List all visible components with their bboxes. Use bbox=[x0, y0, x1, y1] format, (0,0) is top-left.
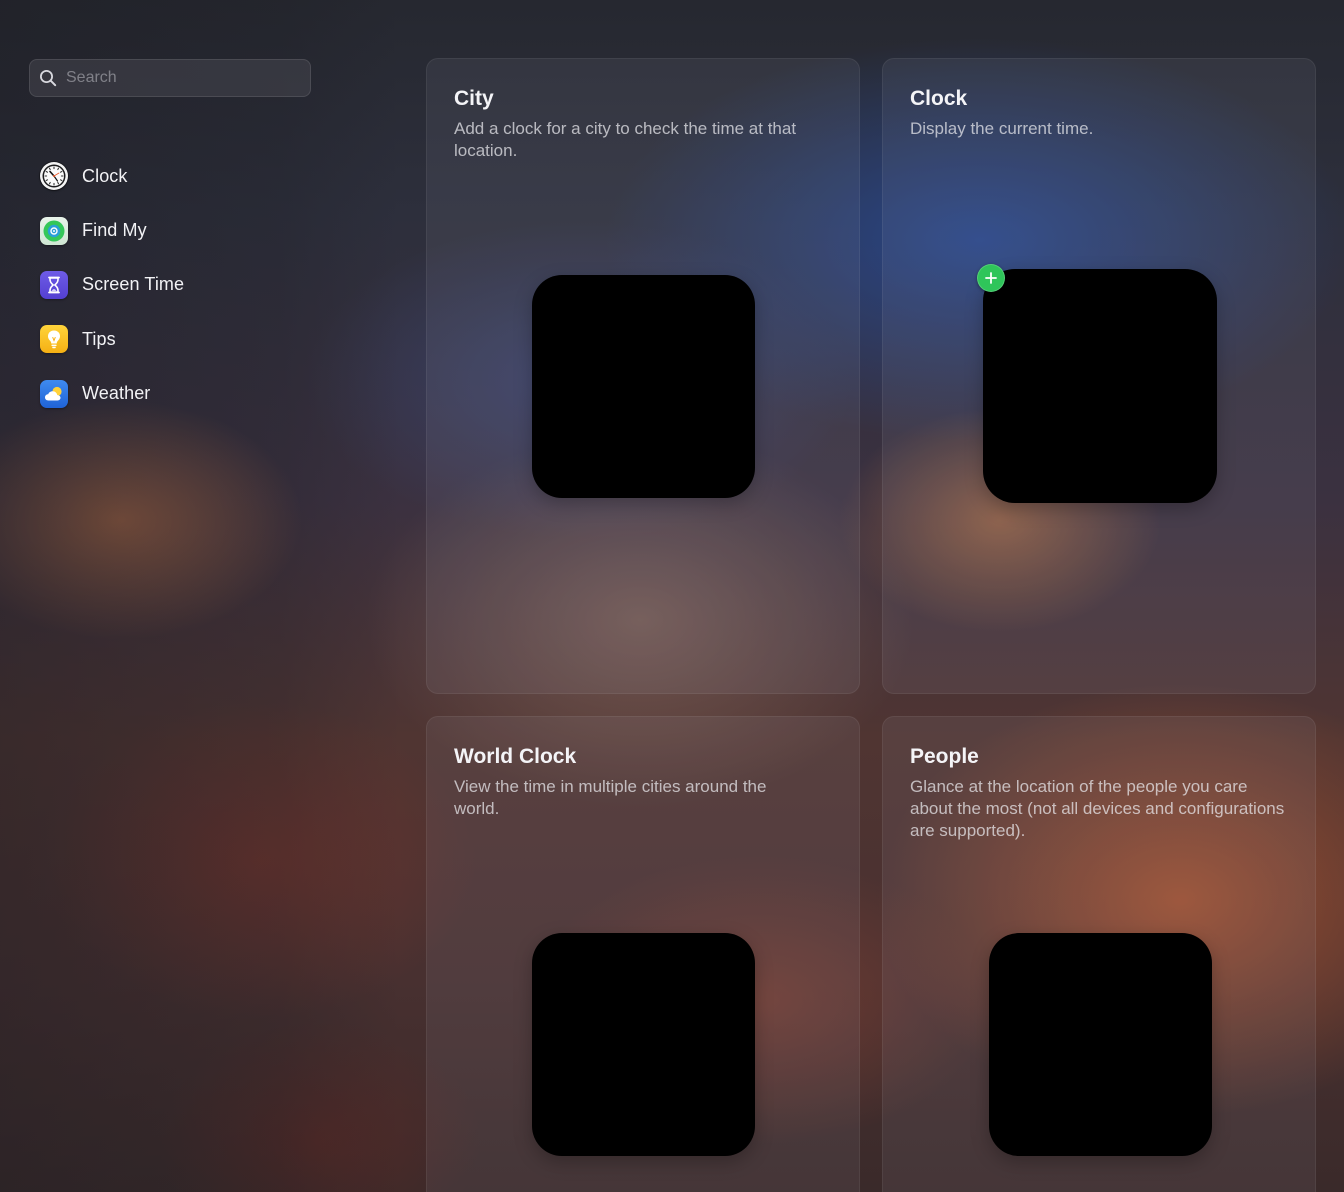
find-my-app-icon bbox=[40, 216, 68, 245]
tips-app-icon bbox=[40, 325, 68, 354]
widget-preview[interactable] bbox=[532, 275, 755, 498]
search-input[interactable] bbox=[66, 69, 310, 87]
search-icon bbox=[39, 69, 57, 87]
widget-preview[interactable] bbox=[989, 933, 1212, 1156]
sidebar-item-label: Find My bbox=[82, 220, 147, 241]
widget-preview[interactable] bbox=[983, 269, 1217, 503]
sidebar-item-weather[interactable]: Weather bbox=[40, 367, 184, 421]
sidebar-item-screen-time[interactable]: Screen Time bbox=[40, 258, 184, 312]
add-widget-button[interactable] bbox=[977, 264, 1005, 292]
widget-card-people[interactable]: People Glance at the location of the peo… bbox=[882, 716, 1316, 1192]
widget-card-world-clock[interactable]: World Clock View the time in multiple ci… bbox=[426, 716, 860, 1192]
widget-description: Add a clock for a city to check the time… bbox=[454, 119, 797, 160]
sidebar-item-tips[interactable]: Tips bbox=[40, 312, 184, 366]
widget-card-clock[interactable]: Clock Display the current time. bbox=[882, 58, 1316, 694]
sidebar-item-label: Weather bbox=[82, 383, 151, 404]
sidebar-app-list: Clock Find My Screen Time Tips Weather bbox=[40, 149, 184, 421]
sidebar-item-label: Screen Time bbox=[82, 274, 185, 295]
widget-card-city[interactable]: City Add a clock for a city to check the… bbox=[426, 58, 860, 694]
widget-title: People bbox=[910, 745, 979, 768]
widget-description: Display the current time. bbox=[910, 119, 1094, 138]
widget-preview[interactable] bbox=[532, 933, 755, 1156]
widget-title: World Clock bbox=[454, 745, 577, 768]
sidebar-item-label: Tips bbox=[82, 328, 116, 349]
widget-title: Clock bbox=[910, 87, 968, 110]
sidebar-item-label: Clock bbox=[82, 165, 128, 186]
widget-gallery-window: Clock Find My bbox=[0, 0, 1344, 1192]
widget-description: View the time in multiple cities around … bbox=[454, 777, 767, 818]
screen-time-app-icon bbox=[40, 270, 68, 299]
weather-app-icon bbox=[40, 379, 68, 408]
plus-icon bbox=[985, 272, 997, 284]
search-field[interactable] bbox=[29, 59, 311, 97]
widget-description: Glance at the location of the people you… bbox=[910, 777, 1285, 840]
clock-app-icon bbox=[40, 162, 68, 191]
widget-title: City bbox=[454, 87, 494, 110]
sidebar-item-clock[interactable]: Clock bbox=[40, 149, 184, 203]
sidebar-item-find-my[interactable]: Find My bbox=[40, 203, 184, 257]
